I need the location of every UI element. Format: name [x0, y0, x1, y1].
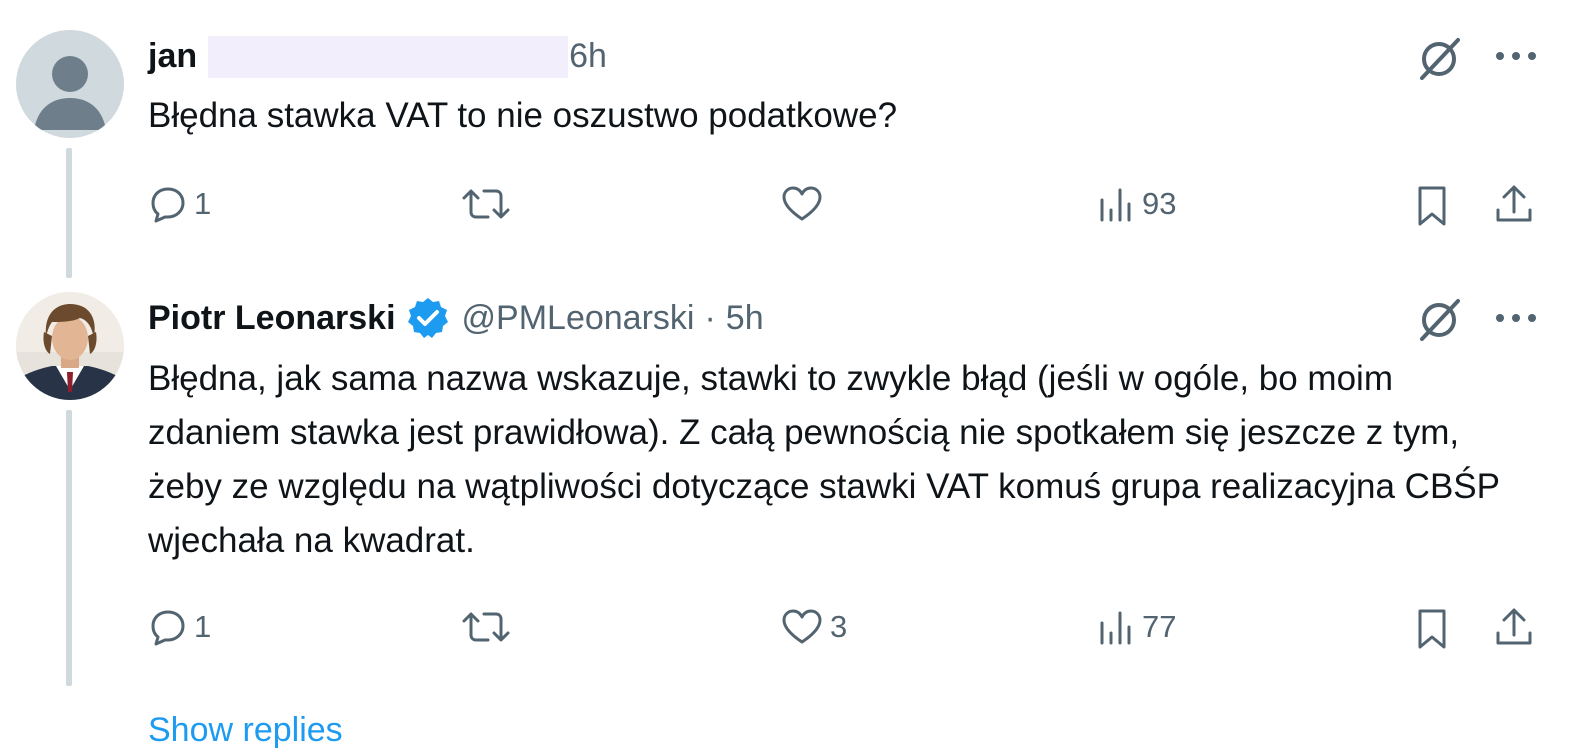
- repost-button[interactable]: [460, 184, 512, 224]
- views-button[interactable]: 77: [1096, 607, 1176, 647]
- tweet-time[interactable]: 5h: [726, 299, 764, 338]
- reply-icon: [151, 187, 185, 223]
- reply-count: 1: [194, 186, 212, 221]
- tweet-header: Piotr Leonarski @PMLeonarski · 5h: [148, 298, 764, 338]
- redacted-area: [208, 36, 568, 78]
- author-name[interactable]: jan: [148, 37, 197, 76]
- bookmark-icon: [1418, 186, 1446, 226]
- thread-line-1: [66, 148, 72, 278]
- show-replies-link[interactable]: Show replies: [148, 710, 343, 750]
- bookmark-icon: [1418, 609, 1446, 649]
- verified-badge-icon: [407, 298, 448, 338]
- reply-count: 1: [194, 609, 212, 644]
- separator-dot: ·: [704, 298, 716, 337]
- grok-icon[interactable]: [1416, 36, 1462, 82]
- tweet-time[interactable]: 6h: [569, 37, 607, 76]
- share-icon: [1496, 608, 1532, 645]
- repost-button[interactable]: [460, 607, 512, 647]
- views-count: 77: [1142, 609, 1177, 644]
- thread-line-2: [66, 410, 72, 686]
- views-icon: [1100, 611, 1131, 645]
- like-count: 3: [830, 609, 848, 644]
- grok-icon[interactable]: [1416, 297, 1462, 343]
- reply-button[interactable]: 1: [148, 607, 211, 647]
- tweet-text: Błędna, jak sama nazwa wskazuje, stawki …: [148, 359, 1500, 560]
- views-button[interactable]: 93: [1096, 184, 1176, 224]
- views-icon: [1100, 188, 1131, 222]
- repost-icon: [462, 612, 510, 642]
- like-icon: [782, 609, 822, 644]
- like-icon: [782, 186, 822, 221]
- more-icon[interactable]: [1494, 46, 1538, 66]
- share-icon: [1496, 185, 1532, 222]
- default-avatar[interactable]: [16, 30, 124, 138]
- reply-icon: [151, 610, 185, 646]
- tweet-text: Błędna stawka VAT to nie oszustwo podatk…: [148, 96, 898, 135]
- repost-icon: [462, 189, 510, 219]
- reply-button[interactable]: 1: [148, 184, 211, 224]
- like-button[interactable]: [780, 184, 824, 224]
- like-button[interactable]: 3: [780, 607, 847, 647]
- views-count: 93: [1142, 186, 1177, 221]
- share-button[interactable]: [1492, 605, 1536, 649]
- author-handle[interactable]: @PMLeonarski: [462, 299, 695, 338]
- more-icon[interactable]: [1494, 308, 1538, 328]
- share-button[interactable]: [1492, 182, 1536, 226]
- bookmark-button[interactable]: [1412, 607, 1452, 651]
- author-avatar[interactable]: [16, 292, 124, 400]
- bookmark-button[interactable]: [1412, 184, 1452, 228]
- author-name[interactable]: Piotr Leonarski: [148, 299, 396, 338]
